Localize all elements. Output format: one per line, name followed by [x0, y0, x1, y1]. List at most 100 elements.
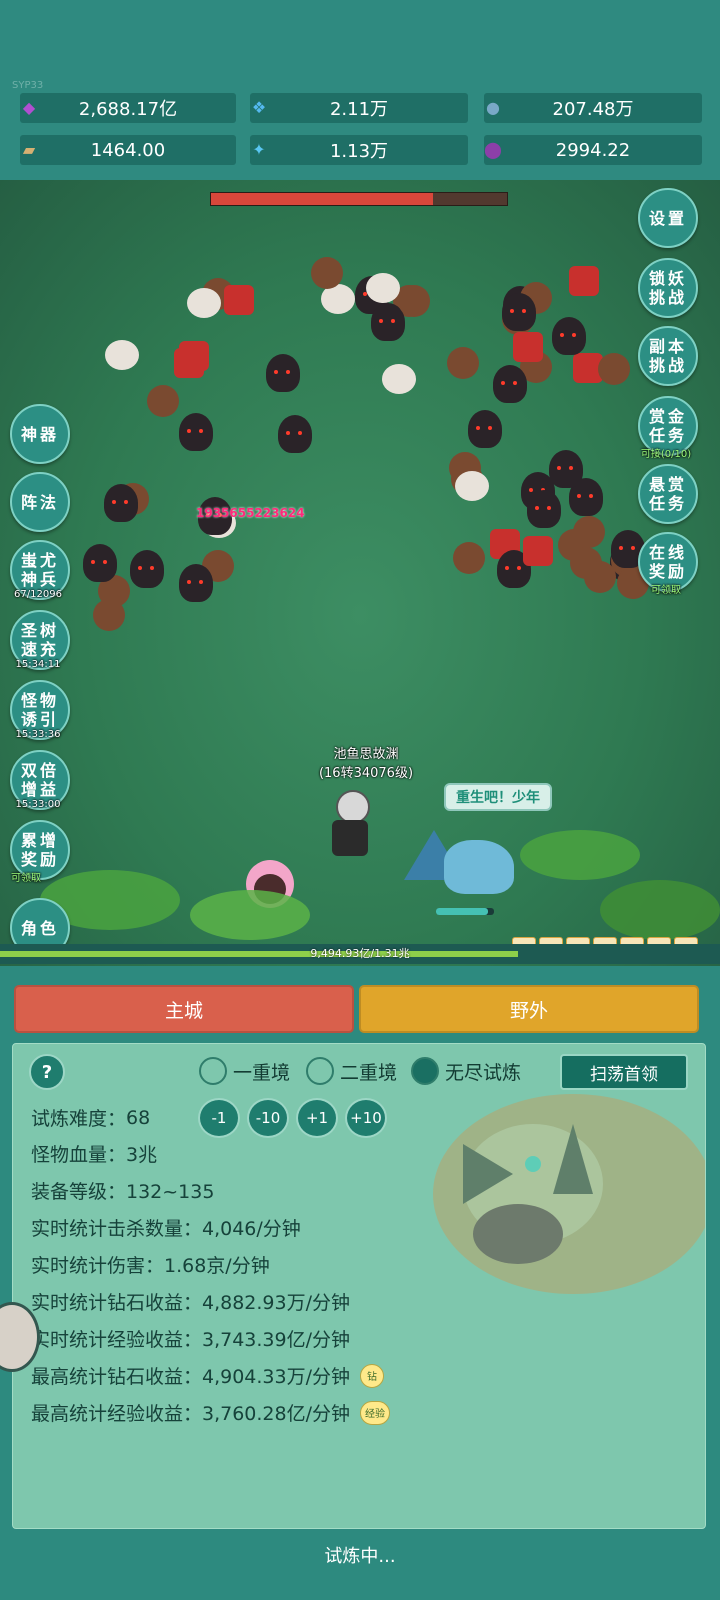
settings-button[interactable]: 设置: [638, 188, 698, 248]
trial-panel: ? 一重境 二重境 无尽试炼 扫荡首领 试炼难度： 68 -1 -10 +1 +1…: [12, 1043, 706, 1529]
ice-shard-icon: ✦: [252, 139, 266, 159]
radio-circle[interactable]: [199, 1057, 227, 1085]
monster: [382, 363, 417, 394]
monster: [453, 542, 486, 575]
difficulty-minus-10-button[interactable]: -10: [247, 1098, 289, 1138]
monster-eye: [285, 431, 290, 436]
trial-status: 试炼中...: [324, 1546, 396, 1567]
monster: [572, 516, 605, 549]
monster: [446, 347, 479, 380]
damage-number: 1935655223624: [196, 506, 305, 520]
monster: [583, 561, 616, 594]
formation-button[interactable]: 阵法: [10, 472, 70, 532]
wild-button[interactable]: 野外: [359, 985, 699, 1033]
monster-eye: [560, 332, 565, 337]
boss-hp-bar: [210, 192, 508, 206]
monster: [598, 353, 631, 386]
radio-circle-selected[interactable]: [411, 1057, 439, 1085]
monster-eye: [186, 579, 191, 584]
speech-bubble: 重生吧！少年: [444, 783, 552, 811]
monster: [224, 285, 255, 316]
difficulty-minus-1-button[interactable]: -1: [198, 1098, 240, 1138]
monster-eye: [273, 370, 278, 375]
monster: [492, 364, 527, 403]
monster-eye: [487, 426, 492, 431]
tiger-illustration: [433, 1094, 705, 1294]
monster-eye: [517, 565, 522, 570]
artifact-button[interactable]: 神器: [10, 404, 70, 464]
pet-hp-bar: [436, 908, 494, 915]
exp-bar: 9,494.93亿/1.31兆: [0, 944, 720, 964]
monster: [512, 332, 543, 363]
difficulty-plus-10-button[interactable]: +10: [345, 1098, 387, 1138]
monster-eye: [198, 428, 203, 433]
damage-per-min-stat: 实时统计伤害：1.68京/分钟: [31, 1255, 270, 1277]
monster-eye: [138, 566, 143, 571]
resource-diamond[interactable]: ◆ 2,688.17亿: [20, 93, 236, 123]
monster: [277, 415, 312, 454]
monster: [522, 536, 553, 567]
resource-orb[interactable]: ● 207.48万: [484, 93, 702, 123]
boss-hp-fill: [211, 193, 433, 205]
pet-dragon: [404, 820, 520, 900]
difficulty-plus-1-button[interactable]: +1: [296, 1098, 338, 1138]
demon-lock-challenge-button[interactable]: 锁妖挑战: [638, 258, 698, 318]
chiyou-weapon-sub: 67/12096: [14, 589, 62, 600]
bounty-gold-sub: 可接(0/10): [640, 449, 692, 460]
player-character[interactable]: [322, 790, 378, 860]
monster: [265, 354, 300, 393]
resource-scroll[interactable]: ▰ 1464.00: [20, 135, 236, 165]
equip-level-stat: 装备等级：132~135: [31, 1181, 215, 1203]
monster-eye: [576, 493, 581, 498]
main-city-button[interactable]: 主城: [14, 985, 354, 1033]
resource-pot[interactable]: ⬤ 2994.22: [484, 135, 702, 165]
dungeon-challenge-button[interactable]: 副本挑战: [638, 326, 698, 386]
monster: [178, 412, 213, 451]
monster-eye: [111, 500, 116, 505]
monster: [82, 544, 117, 583]
monster: [365, 273, 400, 304]
monster-eye: [285, 370, 290, 375]
wanted-task-button[interactable]: 悬赏任务: [638, 464, 698, 524]
mode-endless-trial[interactable]: 无尽试炼: [411, 1057, 521, 1085]
exp-text: 9,494.93亿/1.31兆: [310, 947, 410, 960]
max-exp-stat: 最高统计经验收益：3,760.28亿/分钟 经验: [31, 1399, 391, 1426]
version-label: SYP33: [12, 80, 44, 91]
double-gain-timer: 15:33:00: [15, 799, 61, 810]
monster-eye: [521, 308, 526, 313]
online-reward-sub: 可领取: [651, 585, 681, 596]
mode-level-1[interactable]: 一重境: [199, 1057, 290, 1085]
scroll-icon: ▰: [22, 139, 36, 159]
help-button[interactable]: ?: [29, 1054, 65, 1090]
resource-crystal[interactable]: ❖ 2.11万: [250, 93, 468, 123]
monster-eye: [90, 560, 95, 565]
mode-level-2[interactable]: 二重境: [306, 1057, 397, 1085]
holy-tree-charge-timer: 15:34:11: [15, 659, 61, 670]
monster-eye: [123, 500, 128, 505]
monster-eye: [529, 488, 534, 493]
resource-ice[interactable]: ✦ 1.13万: [250, 135, 468, 165]
monster: [526, 490, 561, 529]
player-level: (16转34076级): [318, 766, 414, 781]
monster: [568, 265, 599, 296]
purple-gem-icon: ◆: [22, 97, 36, 117]
monster-eye: [556, 466, 561, 471]
exp-tag-icon: 经验: [360, 1400, 391, 1425]
monster-eye: [198, 579, 203, 584]
monster-eye: [568, 466, 573, 471]
battle-field: 1935655223624 池鱼思故渊 (16转34076级) 重生吧！少年: [0, 180, 720, 970]
diamond-per-min-stat: 实时统计钻石收益：4,882.93万/分钟: [31, 1292, 351, 1314]
monster: [548, 450, 583, 489]
sweep-boss-button[interactable]: 扫荡首领: [560, 1054, 688, 1090]
monster: [552, 316, 587, 355]
globe-orb-icon: ●: [486, 97, 500, 117]
purple-pot-icon: ⬤: [484, 139, 502, 159]
monster-eye: [500, 380, 505, 385]
monster-eye: [390, 318, 395, 323]
difficulty-value: 68: [126, 1106, 151, 1129]
monster: [146, 385, 179, 417]
monster-eye: [150, 566, 155, 571]
blue-crystal-icon: ❖: [251, 97, 267, 117]
radio-circle[interactable]: [306, 1057, 334, 1085]
monster-eye: [534, 506, 539, 511]
